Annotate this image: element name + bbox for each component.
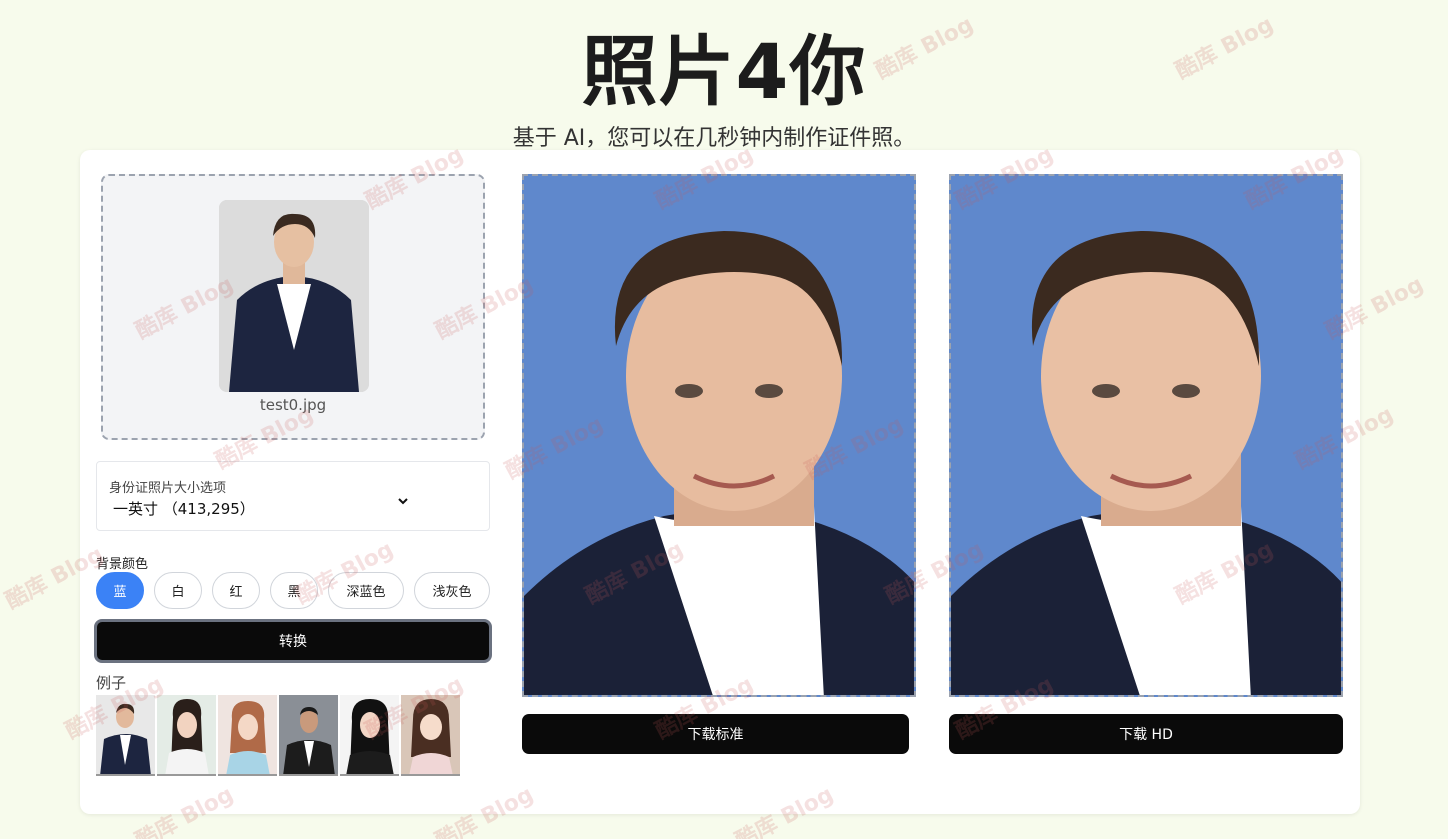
examples-label: 例子 [96, 674, 127, 692]
upload-dropzone[interactable]: test0.jpg [101, 174, 485, 440]
example-thumbnail[interactable] [157, 695, 216, 776]
photo-size-label: 身份证照片大小选项 [109, 481, 227, 496]
color-option-red[interactable]: 红 [212, 572, 260, 609]
convert-button[interactable]: 转换 [94, 619, 492, 663]
photo-size-select[interactable]: 身份证照片大小选项 一英寸 （413,295） [96, 461, 490, 531]
download-hd-button[interactable]: 下载 HD [949, 714, 1343, 754]
result-standard-image [522, 174, 916, 697]
example-thumbnail[interactable] [218, 695, 277, 776]
example-thumbnail[interactable] [401, 695, 460, 776]
color-option-dark-blue[interactable]: 深蓝色 [328, 572, 404, 609]
color-option-blue[interactable]: 蓝 [96, 572, 144, 609]
uploaded-photo-thumbnail [219, 200, 369, 392]
example-thumbnail[interactable] [279, 695, 338, 776]
background-color-label: 背景颜色 [96, 557, 149, 572]
color-option-white[interactable]: 白 [154, 572, 202, 609]
page-title: 照片4你 [581, 27, 867, 116]
photo-size-value: 一英寸 （413,295） [113, 500, 255, 518]
result-hd-image [949, 174, 1343, 697]
color-option-black[interactable]: 黑 [270, 572, 318, 609]
upload-filename: test0.jpg [259, 396, 327, 414]
page-subtitle: 基于 AI，您可以在几秒钟内制作证件照。 [512, 126, 916, 151]
color-option-light-gray[interactable]: 浅灰色 [414, 572, 490, 609]
example-thumbnail[interactable] [340, 695, 399, 776]
example-thumbnail[interactable] [96, 695, 155, 776]
download-standard-button[interactable]: 下载标准 [522, 714, 909, 754]
chevron-down-icon [397, 496, 409, 506]
